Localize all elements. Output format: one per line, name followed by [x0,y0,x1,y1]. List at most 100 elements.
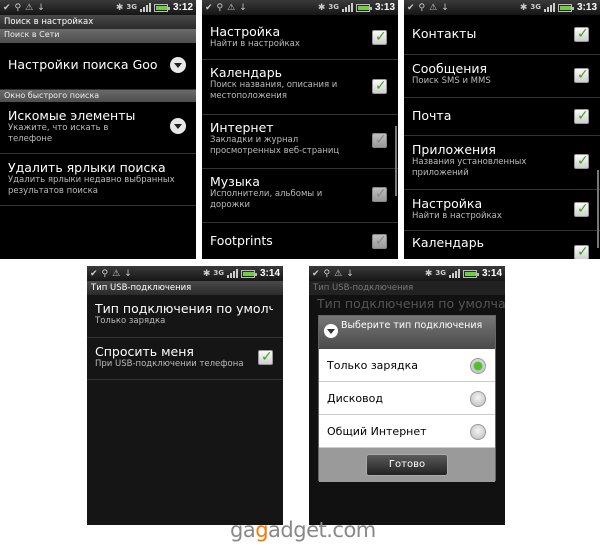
background-text: Тип подключения по умолча [317,296,505,311]
checkmark-icon: ✓ [375,132,387,148]
list-item[interactable]: Контакты ✓ [404,15,600,55]
radio-button[interactable] [470,358,486,374]
warning-icon: ⚠ [25,2,34,13]
section-header-web: Поиск в Сети [0,29,196,43]
checkbox[interactable]: ✓ [258,349,273,365]
clock: 3:13 [374,2,395,13]
checkbox[interactable]: ✓ [372,186,387,202]
radio-button[interactable] [470,391,486,407]
checkmark-icon: ✓ [261,349,273,365]
scrollbar[interactable] [395,126,397,196]
item-title: Музыка [210,174,260,189]
item-sub: Поиск SMS и MMS [412,76,491,86]
checkbox[interactable]: ✓ [574,244,589,259]
checkmark-icon: ✓ [375,186,387,202]
web-search-settings-item[interactable]: Настройки поиска Googl [0,43,196,90]
clock: 3:13 [576,2,597,13]
scrollbar[interactable] [597,170,599,248]
network-type-label: 3G [435,269,446,277]
status-bar: ✔ ⚲ ⚠ ↓ ✱ 3G 3:13 [202,0,398,15]
brand-watermark: gagadget.com [230,518,376,542]
download-icon: ↓ [239,2,247,13]
bird-icon: ✔ [205,2,213,13]
option-label: Дисковод [327,392,383,405]
download-icon: ↓ [124,268,132,279]
status-bar: ✔ ⚲ ⚠ ↓ ✱ 3G 3:14 [309,266,505,281]
connection-type-item[interactable]: Тип подключения по умолча Только зарядка [87,295,283,338]
connection-type-title: Тип подключения по умолча [95,301,273,316]
checkmark-icon: ✓ [375,233,387,249]
signal-icon [341,3,353,12]
network-type-label: 3G [126,3,137,11]
item-title: Приложения [412,142,496,157]
usb-icon: ⚲ [323,268,331,279]
list-item[interactable]: Настройка Найти в настройках ✓ [404,190,600,231]
page-title: Поиск в настройках [0,15,196,29]
signal-icon [543,3,555,12]
radio-button[interactable] [470,424,486,440]
option-label: Только зарядка [327,359,419,372]
list-item[interactable]: Footprints ✓ [202,223,398,259]
item-title: Почта [412,108,452,123]
checkbox[interactable]: ✓ [372,29,387,45]
screen-search-settings: ✔ ⚲ ⚠ ↓ ✱ 3G 3:12 Поиск в настройках Пои… [0,0,196,259]
ask-me-item[interactable]: Спросить меня При USB-подключении телефо… [87,338,283,380]
bluetooth-icon: ✱ [424,268,433,279]
web-search-settings-label: Настройки поиска Googl [8,57,158,72]
clock: 3:14 [259,268,280,279]
item-sub: Закладки и журнал просмотренных веб-стра… [210,135,340,156]
item-title: Настройка [210,24,281,39]
checkbox[interactable]: ✓ [574,201,589,217]
done-button[interactable]: Готово [366,454,448,476]
bird-icon: ✔ [3,2,11,13]
chevron-down-icon [324,324,338,338]
item-sub: Найти в настройках [412,211,502,221]
list-item[interactable]: Почта ✓ [404,98,600,136]
list-item[interactable]: Приложения Названия установленных прилож… [404,136,600,190]
checkmark-icon: ✓ [375,78,387,94]
searchable-items-item[interactable]: Искомые элементы Укажите, что искать в т… [0,102,196,154]
checkbox[interactable]: ✓ [372,132,387,148]
option-internet-sharing[interactable]: Общий Интернет [319,415,495,448]
checkbox[interactable]: ✓ [574,67,589,83]
checkbox[interactable]: ✓ [574,26,589,42]
network-type-label: 3G [328,3,339,11]
option-disk-drive[interactable]: Дисковод [319,382,495,415]
battery-icon [355,3,372,12]
item-sub: Найти в настройках [210,39,300,49]
checkmark-icon: ✓ [577,26,589,42]
checkbox[interactable]: ✓ [372,78,387,94]
list-item[interactable]: Интернет Закладки и журнал просмотренных… [202,115,398,169]
signal-icon [139,3,151,12]
bluetooth-icon: ✱ [115,2,124,13]
status-bar: ✔ ⚲ ⚠ ↓ ✱ 3G 3:12 [0,0,196,15]
checkbox[interactable]: ✓ [574,153,589,169]
download-icon: ↓ [346,268,354,279]
bluetooth-icon: ✱ [202,268,211,279]
clear-shortcuts-item[interactable]: Удалить ярлыки поиска Удалить ярлыки нед… [0,154,196,206]
option-charge-only[interactable]: Только зарядка [319,349,495,382]
checkmark-icon: ✓ [577,201,589,217]
clear-shortcuts-sub: Удалить ярлыки недавно выбранных результ… [8,175,175,196]
checkmark-icon: ✓ [577,244,589,259]
bluetooth-icon: ✱ [519,2,528,13]
list-item[interactable]: Календарь ✓ [404,231,600,259]
item-sub: Поиск названия, описания и местоположени… [210,80,338,101]
list-item[interactable]: Музыка Исполнители, альбомы и дорожки ✓ [202,169,398,223]
usb-icon: ⚲ [14,2,22,13]
checkbox[interactable]: ✓ [372,233,387,249]
item-title: Календарь [412,235,484,250]
option-label: Общий Интернет [327,425,427,438]
checkbox[interactable]: ✓ [574,108,589,124]
clock: 3:12 [172,2,193,13]
item-title: Интернет [210,120,274,135]
list-item[interactable]: Настройка Найти в настройках ✓ [202,15,398,60]
searchable-items-title: Искомые элементы [8,108,136,123]
warning-icon: ⚠ [112,268,121,279]
clock: 3:14 [481,268,502,279]
list-item[interactable]: Сообщения Поиск SMS и MMS ✓ [404,55,600,98]
signal-icon [448,269,460,278]
item-title: Контакты [412,26,477,41]
battery-icon [462,269,479,278]
list-item[interactable]: Календарь Поиск названия, описания и мес… [202,60,398,115]
